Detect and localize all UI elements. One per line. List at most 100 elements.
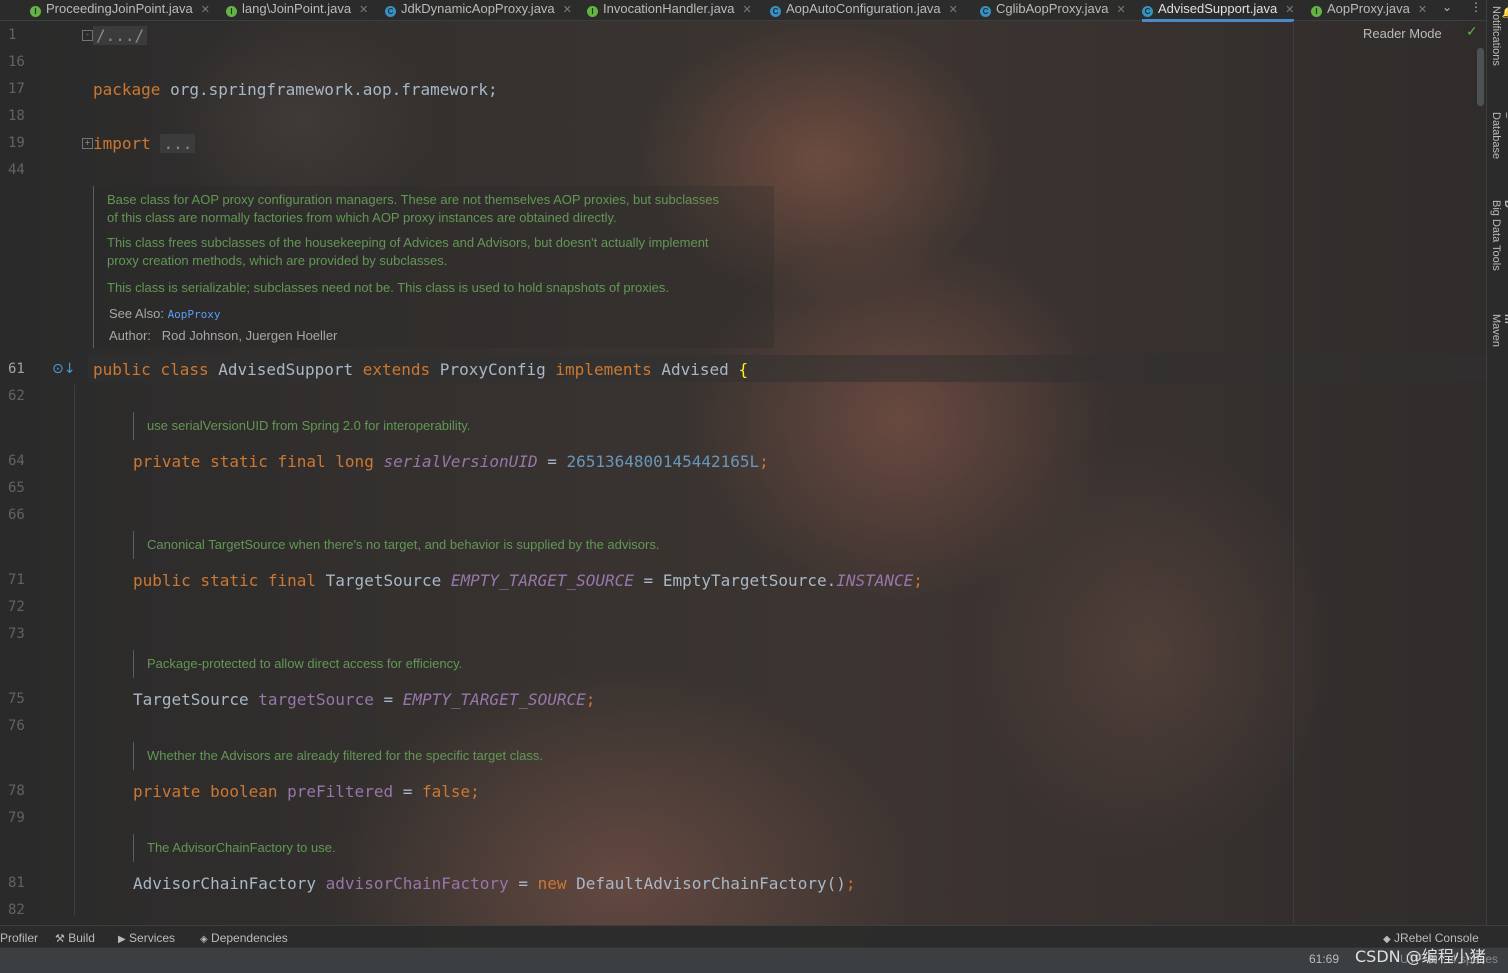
maven-icon: m bbox=[1502, 314, 1508, 324]
editor-background bbox=[0, 0, 1508, 972]
line-number: 1 bbox=[8, 27, 17, 43]
type-name: AdvisorChainFactory bbox=[133, 874, 326, 893]
profiler-tool[interactable]: Profiler bbox=[0, 931, 38, 945]
semicolon: ; bbox=[470, 782, 480, 801]
implementation-gutter-icon[interactable]: ⊙↓ bbox=[52, 361, 75, 377]
field-doc-pre-filtered: Whether the Advisors are already filtere… bbox=[147, 748, 543, 763]
tab-label: JdkDynamicAopProxy.java bbox=[401, 1, 555, 16]
services-icon: ▶ bbox=[118, 934, 126, 945]
tab-invocation-handler[interactable]: I InvocationHandler.java ✕ bbox=[587, 0, 752, 19]
line-number: 78 bbox=[8, 783, 25, 799]
dependencies-icon: ◈ bbox=[200, 934, 208, 945]
indent-guide bbox=[74, 385, 75, 915]
folded-header[interactable]: /.../ bbox=[93, 26, 148, 45]
field-doc-serial: use serialVersionUID from Spring 2.0 for… bbox=[147, 418, 471, 433]
code-line-1[interactable]: /.../ bbox=[93, 26, 148, 45]
see-also-link[interactable]: AopProxy bbox=[168, 308, 221, 321]
line-number: 75 bbox=[8, 691, 25, 707]
caret-position[interactable]: 61:69 bbox=[1309, 952, 1339, 966]
close-icon[interactable]: ✕ bbox=[949, 4, 958, 16]
tool-label: Dependencies bbox=[211, 931, 288, 945]
type-name: TargetSource bbox=[133, 690, 259, 709]
services-tool[interactable]: ▶ Services bbox=[118, 931, 175, 945]
close-icon[interactable]: ✕ bbox=[201, 4, 210, 16]
big-data-tools-icon: D bbox=[1502, 200, 1508, 208]
tab-label: lang\JoinPoint.java bbox=[242, 1, 352, 16]
tab-jdk-dynamic-aop-proxy[interactable]: C JdkDynamicAopProxy.java ✕ bbox=[385, 0, 572, 19]
right-margin-guide bbox=[1293, 21, 1294, 923]
build-tool[interactable]: ⚒ Build bbox=[55, 931, 95, 945]
field-doc-target-source: Package-protected to allow direct access… bbox=[147, 656, 463, 671]
semicolon: ; bbox=[585, 690, 596, 709]
doc-see-also: See Also: AopProxy bbox=[109, 305, 221, 324]
package-name: org.springframework.aop.framework; bbox=[160, 80, 498, 99]
line-number: 71 bbox=[8, 572, 25, 588]
chevron-down-icon[interactable]: ⌄ bbox=[1442, 0, 1452, 14]
class-icon: C bbox=[980, 6, 991, 17]
class-icon: C bbox=[385, 6, 396, 17]
code-line-71[interactable]: public static final TargetSource EMPTY_T… bbox=[133, 571, 923, 590]
superclass-name: ProxyConfig bbox=[430, 360, 556, 379]
code-line-17[interactable]: package org.springframework.aop.framewor… bbox=[93, 80, 498, 99]
code-line-19[interactable]: import ... bbox=[93, 134, 196, 153]
field-name: EMPTY_TARGET_SOURCE bbox=[450, 571, 634, 590]
line-number: 76 bbox=[8, 718, 25, 734]
line-number: 16 bbox=[8, 54, 25, 70]
author-value: Rod Johnson, Juergen Hoeller bbox=[161, 328, 338, 343]
checkmark-icon: ✓ bbox=[1466, 24, 1478, 40]
line-number-current: 61 bbox=[8, 361, 25, 377]
vertical-scrollbar[interactable] bbox=[1477, 48, 1484, 106]
close-icon[interactable]: ✕ bbox=[1116, 4, 1125, 16]
line-number: 18 bbox=[8, 108, 25, 124]
folded-imports[interactable]: ... bbox=[160, 134, 196, 153]
tab-advised-support[interactable]: C AdvisedSupport.java ✕ bbox=[1142, 0, 1295, 22]
close-icon[interactable]: ✕ bbox=[359, 4, 368, 16]
code-line-64[interactable]: private static final long serialVersionU… bbox=[133, 452, 769, 471]
field-name: targetSource bbox=[258, 690, 374, 709]
operator: = bbox=[508, 874, 538, 893]
keyword: extends bbox=[362, 360, 431, 379]
keyword: package bbox=[93, 80, 161, 99]
fold-toggle-icon[interactable]: - bbox=[82, 30, 93, 41]
dependencies-tool[interactable]: ◈ Dependencies bbox=[200, 931, 288, 945]
close-icon[interactable]: ✕ bbox=[743, 4, 752, 16]
database-tool[interactable]: ≡ Database bbox=[1490, 112, 1508, 159]
line-number: 65 bbox=[8, 480, 25, 496]
tab-proceeding-join-point[interactable]: I ProceedingJoinPoint.java ✕ bbox=[30, 0, 210, 19]
doc-bar bbox=[133, 650, 134, 678]
modifiers: private static final long bbox=[133, 452, 384, 471]
line-number: 44 bbox=[8, 162, 25, 178]
big-data-tools-tool[interactable]: D Big Data Tools bbox=[1490, 200, 1508, 271]
operator: = bbox=[633, 571, 663, 590]
interface-name: Advised bbox=[651, 360, 739, 379]
code-line-78[interactable]: private boolean preFiltered = false; bbox=[133, 782, 480, 801]
reader-mode-toggle[interactable]: Reader Mode bbox=[1363, 26, 1442, 41]
tab-aop-proxy[interactable]: I AopProxy.java ✕ bbox=[1311, 0, 1427, 19]
code-line-75[interactable]: TargetSource targetSource = EMPTY_TARGET… bbox=[133, 690, 595, 709]
class-name: AdvisedSupport bbox=[208, 360, 363, 379]
close-icon[interactable]: ✕ bbox=[1285, 4, 1294, 16]
doc-line: Base class for AOP proxy configuration m… bbox=[107, 192, 720, 207]
close-icon[interactable]: ✕ bbox=[1418, 4, 1427, 16]
tab-aop-auto-configuration[interactable]: C AopAutoConfiguration.java ✕ bbox=[770, 0, 958, 19]
maven-tool[interactable]: m Maven bbox=[1490, 314, 1508, 347]
number-literal: 2651364800145442165L bbox=[566, 452, 760, 471]
interface-icon: I bbox=[226, 6, 237, 17]
more-vertical-icon[interactable]: ⋮ bbox=[1470, 0, 1482, 14]
line-number: 62 bbox=[8, 388, 25, 404]
notifications-tool[interactable]: 🔔 Notifications bbox=[1490, 6, 1508, 66]
modifiers: private boolean bbox=[133, 782, 288, 801]
fold-toggle-icon[interactable]: + bbox=[82, 138, 93, 149]
tool-label: Services bbox=[129, 931, 176, 945]
close-icon[interactable]: ✕ bbox=[563, 4, 572, 16]
tab-label: ProceedingJoinPoint.java bbox=[46, 1, 193, 16]
code-line-81[interactable]: AdvisorChainFactory advisorChainFactory … bbox=[133, 874, 856, 893]
watermark: CSDN @编程小猪 bbox=[1355, 947, 1486, 966]
tab-cglib-aop-proxy[interactable]: C CglibAopProxy.java ✕ bbox=[980, 0, 1126, 19]
tab-join-point[interactable]: Ilang\JoinPoint.java ✕ bbox=[226, 0, 368, 19]
keyword: import bbox=[93, 134, 151, 153]
static-field: INSTANCE bbox=[836, 571, 914, 590]
tab-label: AdvisedSupport.java bbox=[1158, 1, 1278, 16]
tool-label: Notifications bbox=[1490, 6, 1502, 66]
code-line-61[interactable]: public class AdvisedSupport extends Prox… bbox=[93, 360, 748, 379]
